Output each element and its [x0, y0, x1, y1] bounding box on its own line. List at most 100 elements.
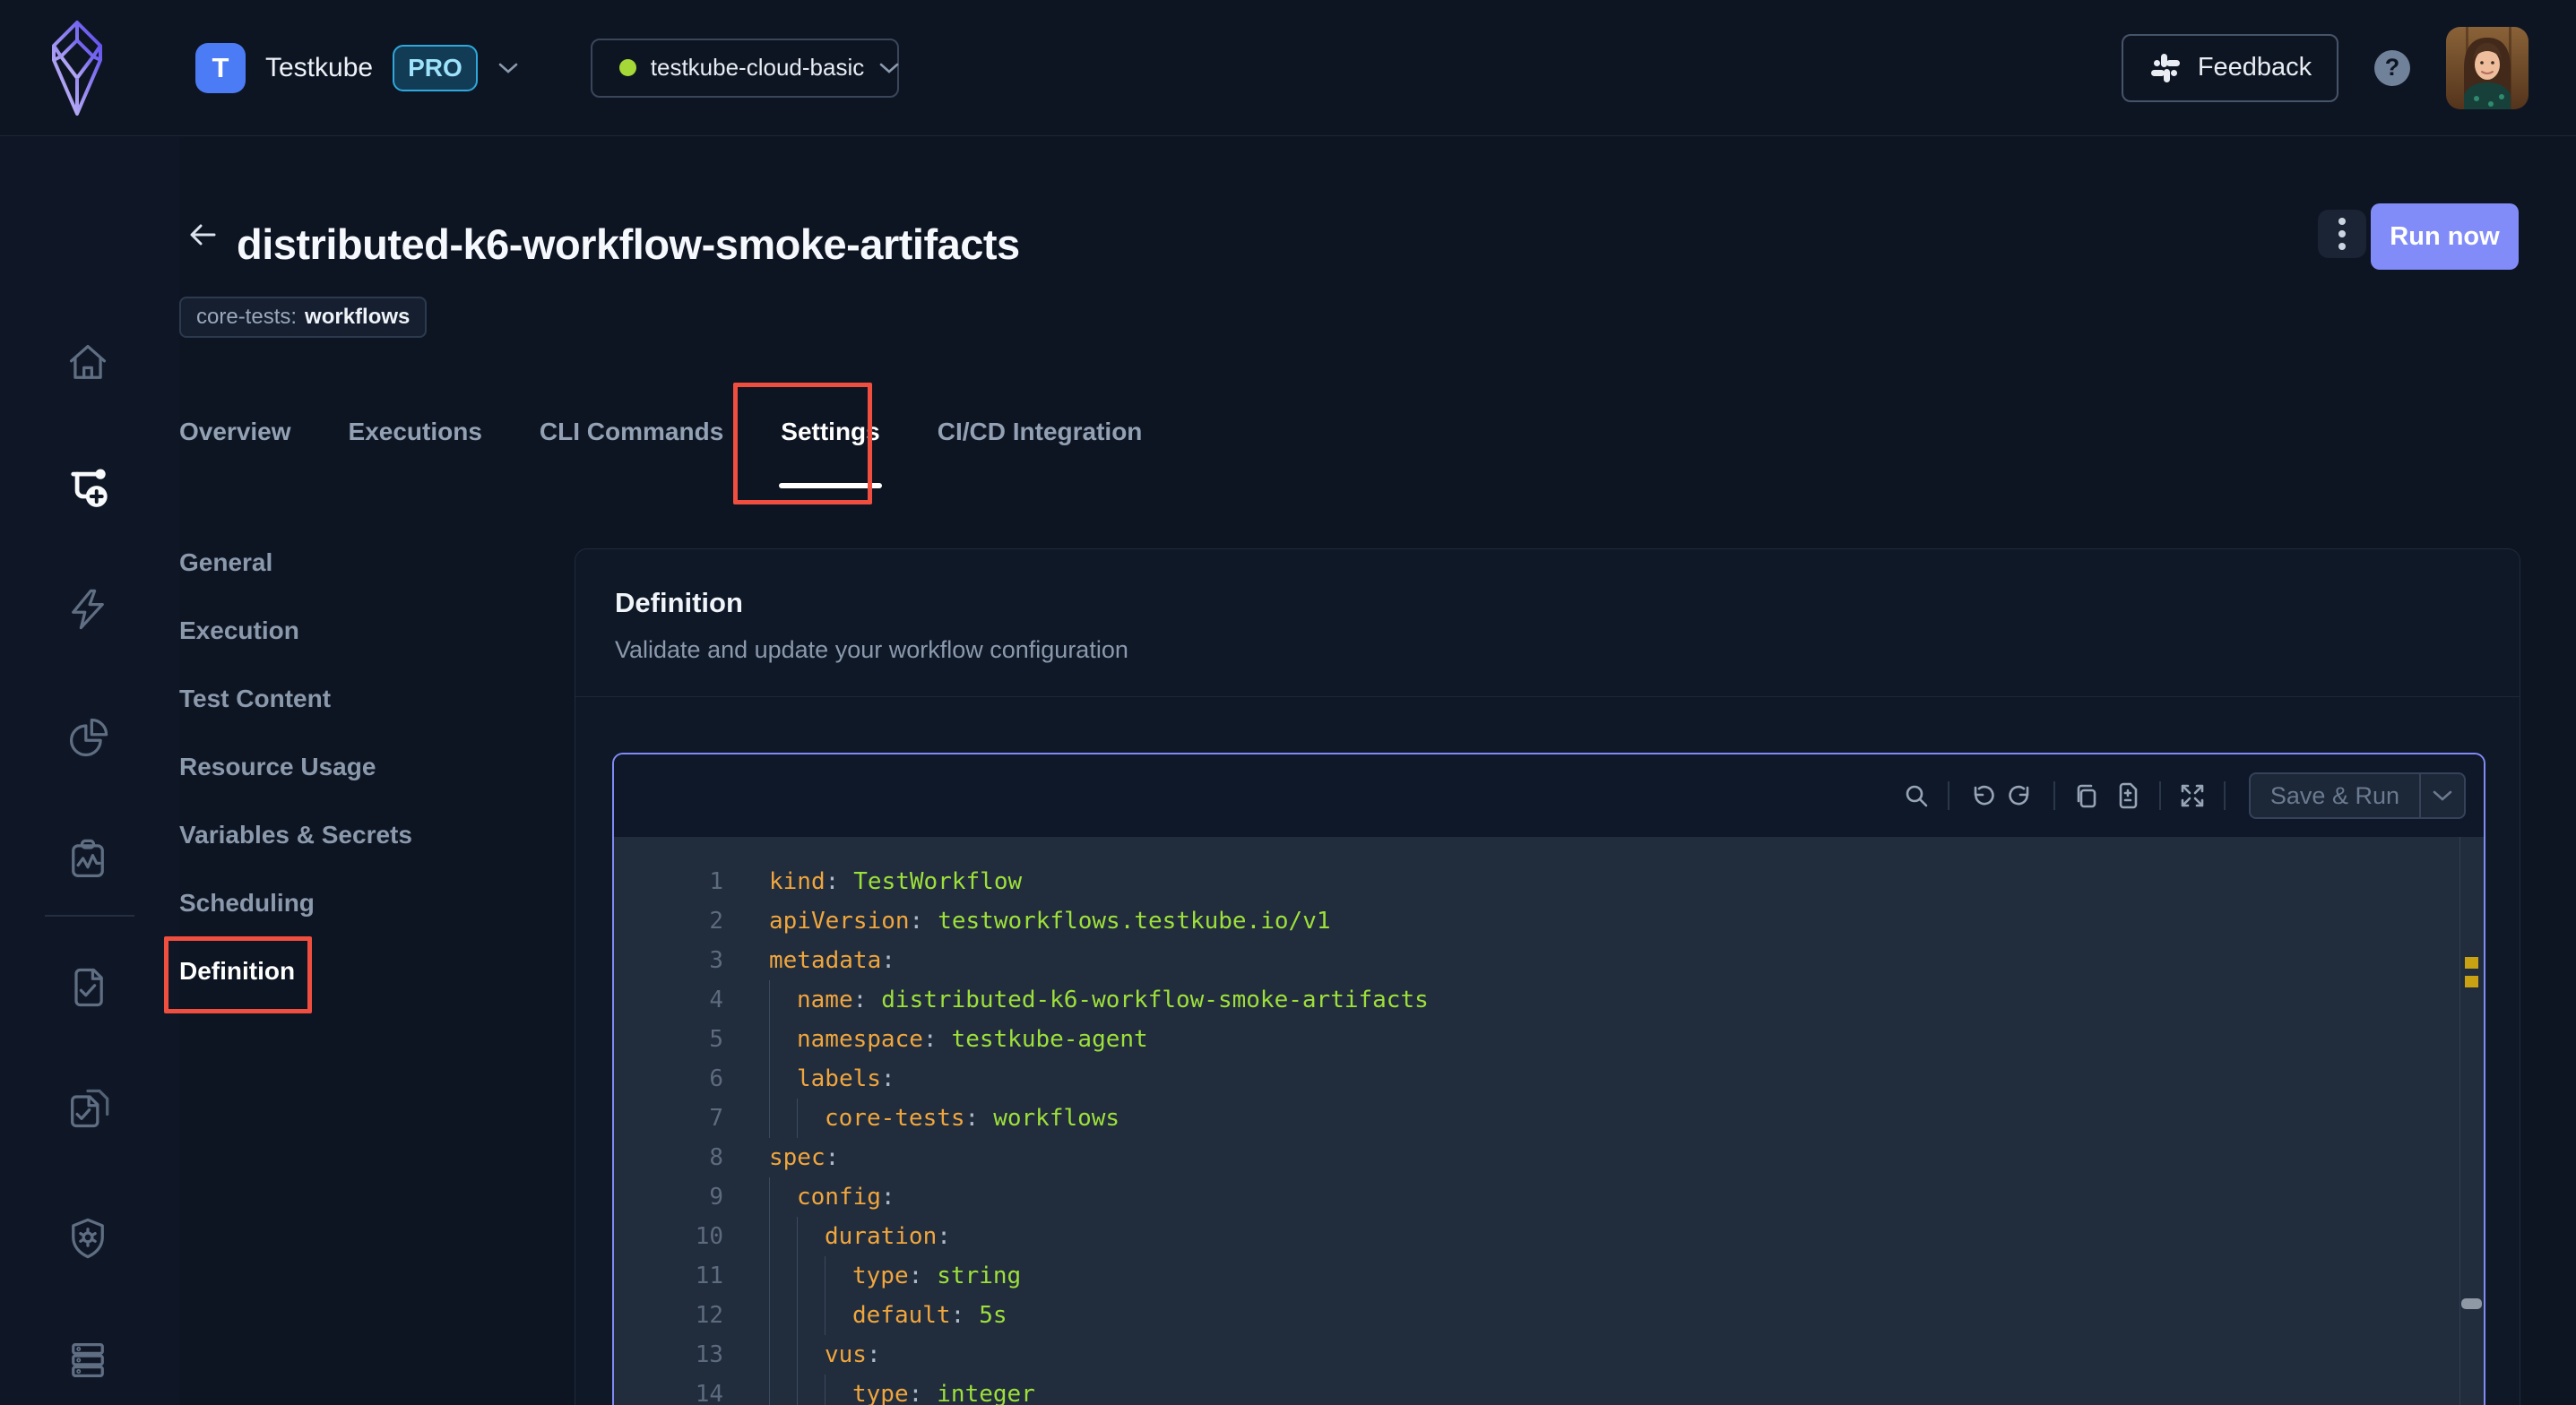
- ruler-marker: [2465, 976, 2478, 987]
- code-line[interactable]: 2apiVersion:testworkflows.testkube.io/v1: [614, 901, 2484, 941]
- code-line[interactable]: 3 metadata:: [614, 941, 2484, 980]
- yaml-value: integer: [937, 1381, 1035, 1405]
- code-line[interactable]: 4name:distributed-k6-workflow-smoke-arti…: [614, 980, 2484, 1020]
- add-workflow-icon: [65, 461, 111, 508]
- code-line[interactable]: 8spec:: [614, 1138, 2484, 1177]
- colon: :: [923, 1026, 938, 1053]
- line-number: 9: [614, 1184, 723, 1211]
- ruler-marker: [2465, 957, 2478, 969]
- tab-overview[interactable]: Overview: [179, 418, 291, 488]
- org-switcher[interactable]: T Testkube PRO: [195, 43, 519, 93]
- yaml-key: labels: [797, 1065, 881, 1092]
- code-line[interactable]: 7core-tests:workflows: [614, 1099, 2484, 1138]
- code-line[interactable]: 5 namespace: testkube-agent: [614, 1020, 2484, 1059]
- editor-overview-ruler[interactable]: [2459, 837, 2484, 1405]
- sidebar-item-add-workflow[interactable]: [63, 460, 113, 510]
- code-line[interactable]: 11type:string: [614, 1256, 2484, 1296]
- sidebar-item-agents[interactable]: [63, 1213, 113, 1263]
- sidebar-item-tests[interactable]: [63, 962, 113, 1013]
- plan-badge: PRO: [393, 45, 478, 91]
- sidebar-item-monitoring[interactable]: [63, 834, 113, 884]
- home-icon: [65, 340, 111, 386]
- yaml-key: type: [852, 1263, 909, 1289]
- panel-subtitle: Validate and update your workflow config…: [615, 636, 2480, 664]
- line-number: 3: [614, 947, 723, 974]
- fullscreen-icon[interactable]: [2172, 775, 2213, 816]
- search-icon[interactable]: [1896, 775, 1937, 816]
- code-line[interactable]: 9config:: [614, 1177, 2484, 1217]
- colon: :: [867, 1341, 881, 1368]
- user-avatar[interactable]: [2446, 27, 2528, 109]
- settings-nav-variables-secrets[interactable]: Variables & Secrets: [179, 821, 412, 850]
- tab-cli-commands[interactable]: CLI Commands: [540, 418, 723, 488]
- colon: :: [965, 1105, 980, 1132]
- yaml-key: duration: [825, 1223, 937, 1250]
- colon: :: [910, 908, 924, 935]
- colon: :: [881, 947, 895, 974]
- environment-name: testkube-cloud-basic: [651, 54, 864, 82]
- yaml-key: kind: [769, 868, 826, 895]
- run-now-button[interactable]: Run now: [2371, 203, 2519, 270]
- code-line[interactable]: 14type:integer: [614, 1375, 2484, 1405]
- feedback-button[interactable]: Feedback: [2122, 34, 2338, 102]
- org-name: Testkube: [265, 53, 373, 83]
- yaml-key: namespace: [797, 1026, 923, 1053]
- settings-nav-execution[interactable]: Execution: [179, 616, 412, 646]
- colon: :: [881, 1065, 895, 1092]
- document-check-icon: [65, 964, 111, 1011]
- settings-nav-resource-usage[interactable]: Resource Usage: [179, 753, 412, 782]
- sidebar-item-home[interactable]: [63, 338, 113, 388]
- testkube-logo-icon[interactable]: [48, 19, 106, 117]
- sidebar-item-insights[interactable]: [63, 712, 113, 763]
- code-line[interactable]: 6labels:: [614, 1059, 2484, 1099]
- sidebar: [0, 136, 179, 1405]
- more-actions-button[interactable]: [2318, 210, 2366, 258]
- status-dot: [619, 59, 636, 76]
- yaml-value: workflows: [993, 1105, 1119, 1132]
- yaml-value: TestWorkflow: [853, 868, 1022, 895]
- yaml-value: testworkflows.testkube.io/v1: [938, 908, 1330, 935]
- settings-nav-test-content[interactable]: Test Content: [179, 685, 412, 714]
- lightning-icon: [65, 586, 111, 633]
- tab-cicd-integration[interactable]: CI/CD Integration: [938, 418, 1143, 488]
- save-and-run-label: Save & Run: [2251, 774, 2419, 817]
- settings-nav-definition[interactable]: Definition: [179, 957, 412, 987]
- pie-chart-icon: [65, 714, 111, 761]
- editor-toolbar: Save & Run: [614, 754, 2484, 837]
- label-chip: core-tests: workflows: [179, 297, 427, 338]
- line-number: 1: [614, 868, 723, 895]
- sidebar-item-test-suites[interactable]: [63, 1083, 113, 1133]
- settings-nav-scheduling[interactable]: Scheduling: [179, 889, 412, 918]
- code-line[interactable]: 12default:5s: [614, 1296, 2484, 1335]
- line-number: 10: [614, 1223, 723, 1250]
- yaml-value: testkube-agent: [952, 1026, 1148, 1053]
- colon: :: [826, 868, 840, 895]
- save-options-chevron[interactable]: [2421, 774, 2464, 817]
- colon: :: [937, 1223, 951, 1250]
- clipboard-pulse-icon: [65, 836, 111, 883]
- line-number: 14: [614, 1381, 723, 1405]
- code-line[interactable]: 1 kind: TestWorkflow: [614, 862, 2484, 901]
- line-number: 5: [614, 1026, 723, 1053]
- scrollbar-thumb[interactable]: [2461, 1298, 2482, 1309]
- line-number: 4: [614, 987, 723, 1013]
- server-stack-icon: [65, 1337, 111, 1383]
- sidebar-item-services[interactable]: [63, 1335, 113, 1385]
- back-button[interactable]: [183, 215, 222, 254]
- tab-settings[interactable]: Settings: [781, 418, 879, 488]
- help-icon[interactable]: ?: [2374, 50, 2410, 86]
- line-number: 13: [614, 1341, 723, 1368]
- yaml-key: metadata: [769, 947, 881, 974]
- tab-executions[interactable]: Executions: [349, 418, 482, 488]
- environment-selector[interactable]: testkube-cloud-basic: [591, 39, 899, 98]
- paste-diff-icon[interactable]: [2107, 775, 2148, 816]
- undo-icon[interactable]: [1960, 775, 2001, 816]
- code-line[interactable]: 10 duration:: [614, 1217, 2484, 1256]
- settings-nav-general[interactable]: General: [179, 548, 412, 578]
- save-and-run-button[interactable]: Save & Run: [2249, 772, 2466, 819]
- code-area[interactable]: 1kind:TestWorkflow 2apiVersion:testworkf…: [614, 837, 2484, 1405]
- copy-icon[interactable]: [2066, 775, 2107, 816]
- code-line[interactable]: 13vus:: [614, 1335, 2484, 1375]
- redo-icon[interactable]: [2001, 775, 2043, 816]
- sidebar-item-triggers[interactable]: [63, 584, 113, 634]
